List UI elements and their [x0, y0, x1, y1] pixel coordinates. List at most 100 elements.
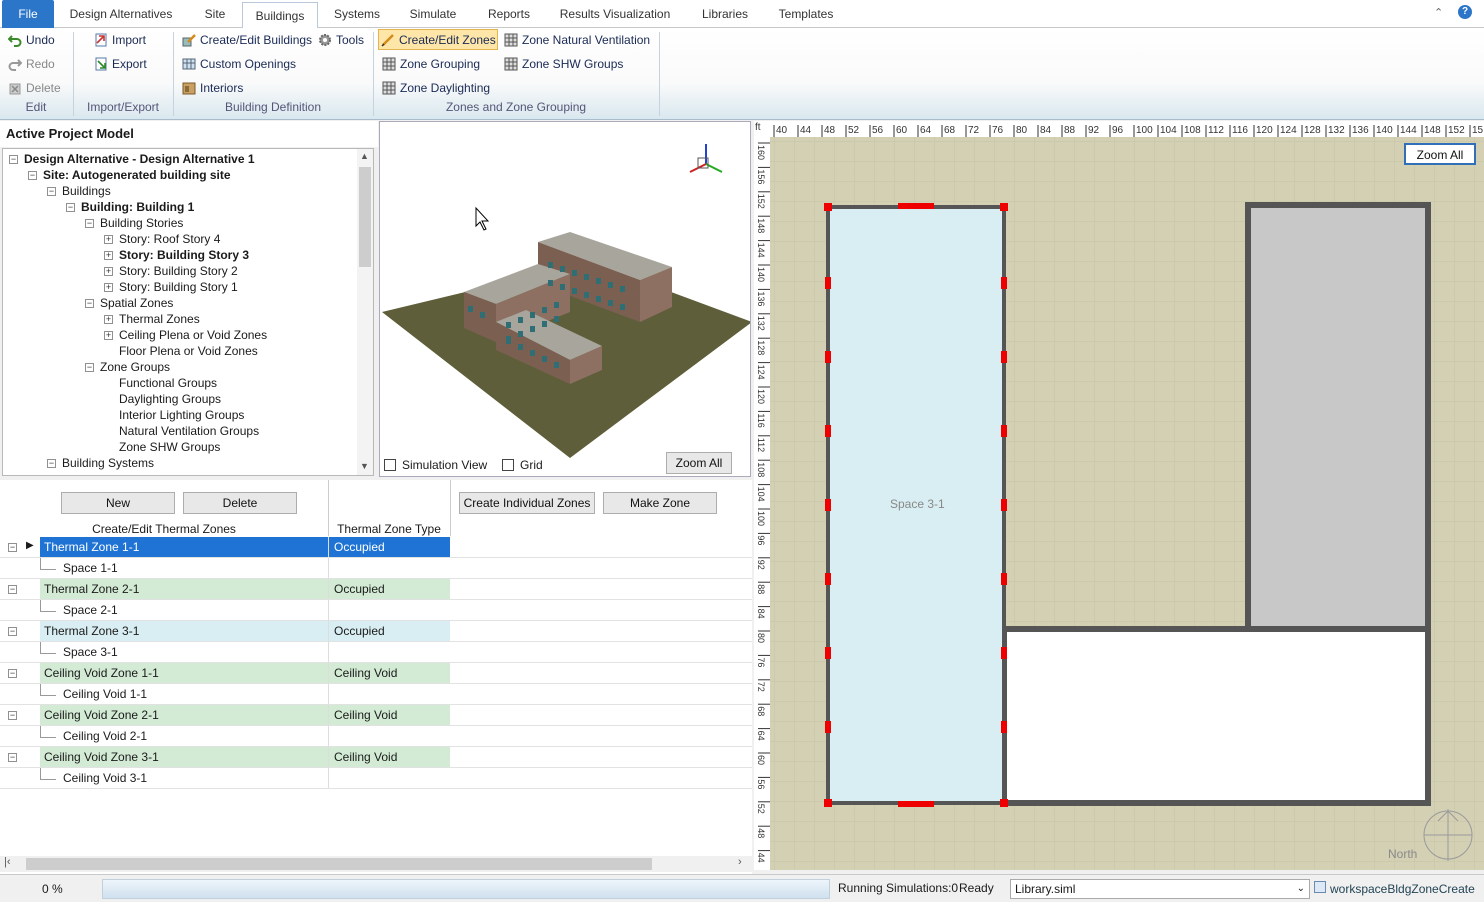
- zone-name-cell[interactable]: Ceiling Void 2-1: [60, 726, 348, 746]
- other-space-block[interactable]: [1001, 626, 1431, 806]
- table-row[interactable]: Space 1-1: [0, 558, 752, 579]
- redo-button[interactable]: Redo: [6, 54, 55, 74]
- tree-node[interactable]: Zone SHW Groups: [119, 439, 220, 455]
- help-icon[interactable]: ?: [1458, 5, 1472, 19]
- tree-node[interactable]: Ceiling Plena or Void Zones: [119, 327, 267, 343]
- table-row[interactable]: − Thermal Zone 2-1 Occupied: [0, 579, 752, 600]
- tab-results-visualization[interactable]: Results Visualization: [556, 0, 674, 28]
- tree-node[interactable]: Building Systems: [62, 455, 154, 471]
- zone-name-cell[interactable]: Thermal Zone 1-1: [40, 537, 328, 557]
- table-row[interactable]: − Thermal Zone 3-1 Occupied: [0, 621, 752, 642]
- zone-name-cell[interactable]: Ceiling Void Zone 1-1: [40, 663, 328, 683]
- new-zone-button[interactable]: New: [61, 492, 175, 514]
- floor-plan-view[interactable]: 40 44 48 52 56 60 64 68 72 76 80 84 88 92 96 100 104 108 1…: [754, 121, 1484, 870]
- 3d-building-scene[interactable]: [380, 122, 750, 476]
- expand-icon[interactable]: +: [104, 235, 113, 244]
- collapse-icon[interactable]: −: [66, 203, 75, 212]
- tab-systems[interactable]: Systems: [328, 0, 386, 28]
- table-row[interactable]: Ceiling Void 2-1: [0, 726, 752, 747]
- tab-reports[interactable]: Reports: [480, 0, 538, 28]
- tree-node[interactable]: Buildings: [62, 183, 111, 199]
- scroll-right-icon[interactable]: ›: [738, 856, 742, 868]
- tab-buildings[interactable]: Buildings: [242, 2, 318, 29]
- zone-name-cell[interactable]: Ceiling Void 3-1: [60, 768, 348, 788]
- expand-icon[interactable]: +: [104, 283, 113, 292]
- tree-node[interactable]: Design Alternative - Design Alternative …: [24, 151, 255, 167]
- zone-daylighting-button[interactable]: Zone Daylighting: [380, 78, 490, 98]
- tab-templates[interactable]: Templates: [770, 0, 842, 28]
- expand-icon[interactable]: +: [104, 267, 113, 276]
- table-row[interactable]: − ▶ Thermal Zone 1-1 Occupied: [0, 537, 752, 558]
- tree-node[interactable]: Spatial Zones: [100, 295, 173, 311]
- collapse-icon[interactable]: −: [8, 543, 17, 552]
- zone-type-cell[interactable]: Occupied: [328, 537, 450, 557]
- horizontal-scrollbar[interactable]: |‹ ›: [0, 856, 752, 872]
- undo-button[interactable]: Undo: [6, 30, 55, 50]
- zone-type-cell[interactable]: [328, 726, 450, 746]
- other-space-block[interactable]: [1245, 202, 1431, 632]
- zone-name-cell[interactable]: Space 1-1: [60, 558, 348, 578]
- collapse-icon[interactable]: −: [8, 627, 17, 636]
- create-edit-buildings-button[interactable]: Create/Edit Buildings: [180, 30, 312, 50]
- tree-node[interactable]: Natural Ventilation Groups: [119, 423, 259, 439]
- tree-node[interactable]: Story: Building Story 1: [119, 279, 238, 295]
- scroll-down-icon[interactable]: ▼: [360, 461, 369, 471]
- collapse-icon[interactable]: −: [9, 155, 18, 164]
- import-button[interactable]: Import: [92, 30, 146, 50]
- collapse-icon[interactable]: −: [47, 459, 56, 468]
- collapse-icon[interactable]: −: [85, 363, 94, 372]
- 3d-view-panel[interactable]: Simulation View Grid Zoom All: [379, 121, 751, 477]
- zone-type-cell[interactable]: Ceiling Void: [328, 663, 450, 683]
- tree-node[interactable]: Building: Building 1: [81, 199, 194, 215]
- tree-scroll-thumb[interactable]: [359, 167, 371, 267]
- collapse-icon[interactable]: −: [85, 219, 94, 228]
- custom-openings-button[interactable]: Custom Openings: [180, 54, 296, 74]
- zone-name-cell[interactable]: Ceiling Void Zone 3-1: [40, 747, 328, 767]
- collapse-icon[interactable]: −: [8, 753, 17, 762]
- tab-libraries[interactable]: Libraries: [694, 0, 756, 28]
- zone-type-cell[interactable]: [328, 558, 450, 578]
- project-tree[interactable]: ▲ ▼ − Design Alternative - Design Alterna…: [2, 148, 374, 476]
- collapse-icon[interactable]: −: [47, 187, 56, 196]
- create-edit-zones-button[interactable]: Create/Edit Zones: [378, 29, 498, 50]
- zone-type-cell[interactable]: Occupied: [328, 579, 450, 599]
- tab-site[interactable]: Site: [196, 0, 234, 28]
- zone-name-cell[interactable]: Thermal Zone 2-1: [40, 579, 328, 599]
- scroll-left-icon[interactable]: |‹: [4, 856, 11, 868]
- tree-node[interactable]: Site: Autogenerated building site: [43, 167, 231, 183]
- make-zone-button[interactable]: Make Zone: [603, 492, 717, 514]
- zone-type-cell[interactable]: [328, 642, 450, 662]
- tab-simulate[interactable]: Simulate: [400, 0, 466, 28]
- zone-type-cell[interactable]: Ceiling Void: [328, 705, 450, 725]
- delete-button[interactable]: Delete: [6, 78, 61, 98]
- zone-type-cell[interactable]: Occupied: [328, 621, 450, 641]
- zone-type-cell[interactable]: [328, 600, 450, 620]
- delete-zone-button[interactable]: Delete: [183, 492, 297, 514]
- table-row[interactable]: − Ceiling Void Zone 1-1 Ceiling Void: [0, 663, 752, 684]
- tree-node[interactable]: Interior Lighting Groups: [119, 407, 244, 423]
- expand-icon[interactable]: +: [104, 331, 113, 340]
- interiors-button[interactable]: Interiors: [180, 78, 243, 98]
- expand-icon[interactable]: +: [104, 315, 113, 324]
- zone-type-cell[interactable]: Ceiling Void: [328, 747, 450, 767]
- zone-name-cell[interactable]: Space 3-1: [60, 642, 348, 662]
- collapse-icon[interactable]: −: [28, 171, 37, 180]
- simulation-view-checkbox[interactable]: [384, 459, 396, 471]
- scroll-up-icon[interactable]: ▲: [360, 151, 369, 161]
- zone-shw-groups-button[interactable]: Zone SHW Groups: [502, 54, 623, 74]
- table-row[interactable]: Ceiling Void 1-1: [0, 684, 752, 705]
- collapse-icon[interactable]: −: [8, 669, 17, 678]
- expand-icon[interactable]: +: [104, 251, 113, 260]
- library-select[interactable]: Library.siml ⌄: [1010, 879, 1310, 899]
- zone-name-cell[interactable]: Ceiling Void Zone 2-1: [40, 705, 328, 725]
- zone-name-cell[interactable]: Ceiling Void 1-1: [60, 684, 348, 704]
- horizontal-scroll-thumb[interactable]: [26, 858, 652, 870]
- tools-button[interactable]: Tools: [316, 30, 364, 50]
- tree-scrollbar[interactable]: ▲ ▼: [357, 149, 373, 475]
- zone-type-cell[interactable]: [328, 768, 450, 788]
- tree-node[interactable]: Story: Building Story 2: [119, 263, 238, 279]
- tree-node[interactable]: Daylighting Groups: [119, 391, 221, 407]
- table-row[interactable]: Ceiling Void 3-1: [0, 768, 752, 789]
- tab-design-alternatives[interactable]: Design Alternatives: [62, 0, 180, 28]
- table-row[interactable]: − Ceiling Void Zone 3-1 Ceiling Void: [0, 747, 752, 768]
